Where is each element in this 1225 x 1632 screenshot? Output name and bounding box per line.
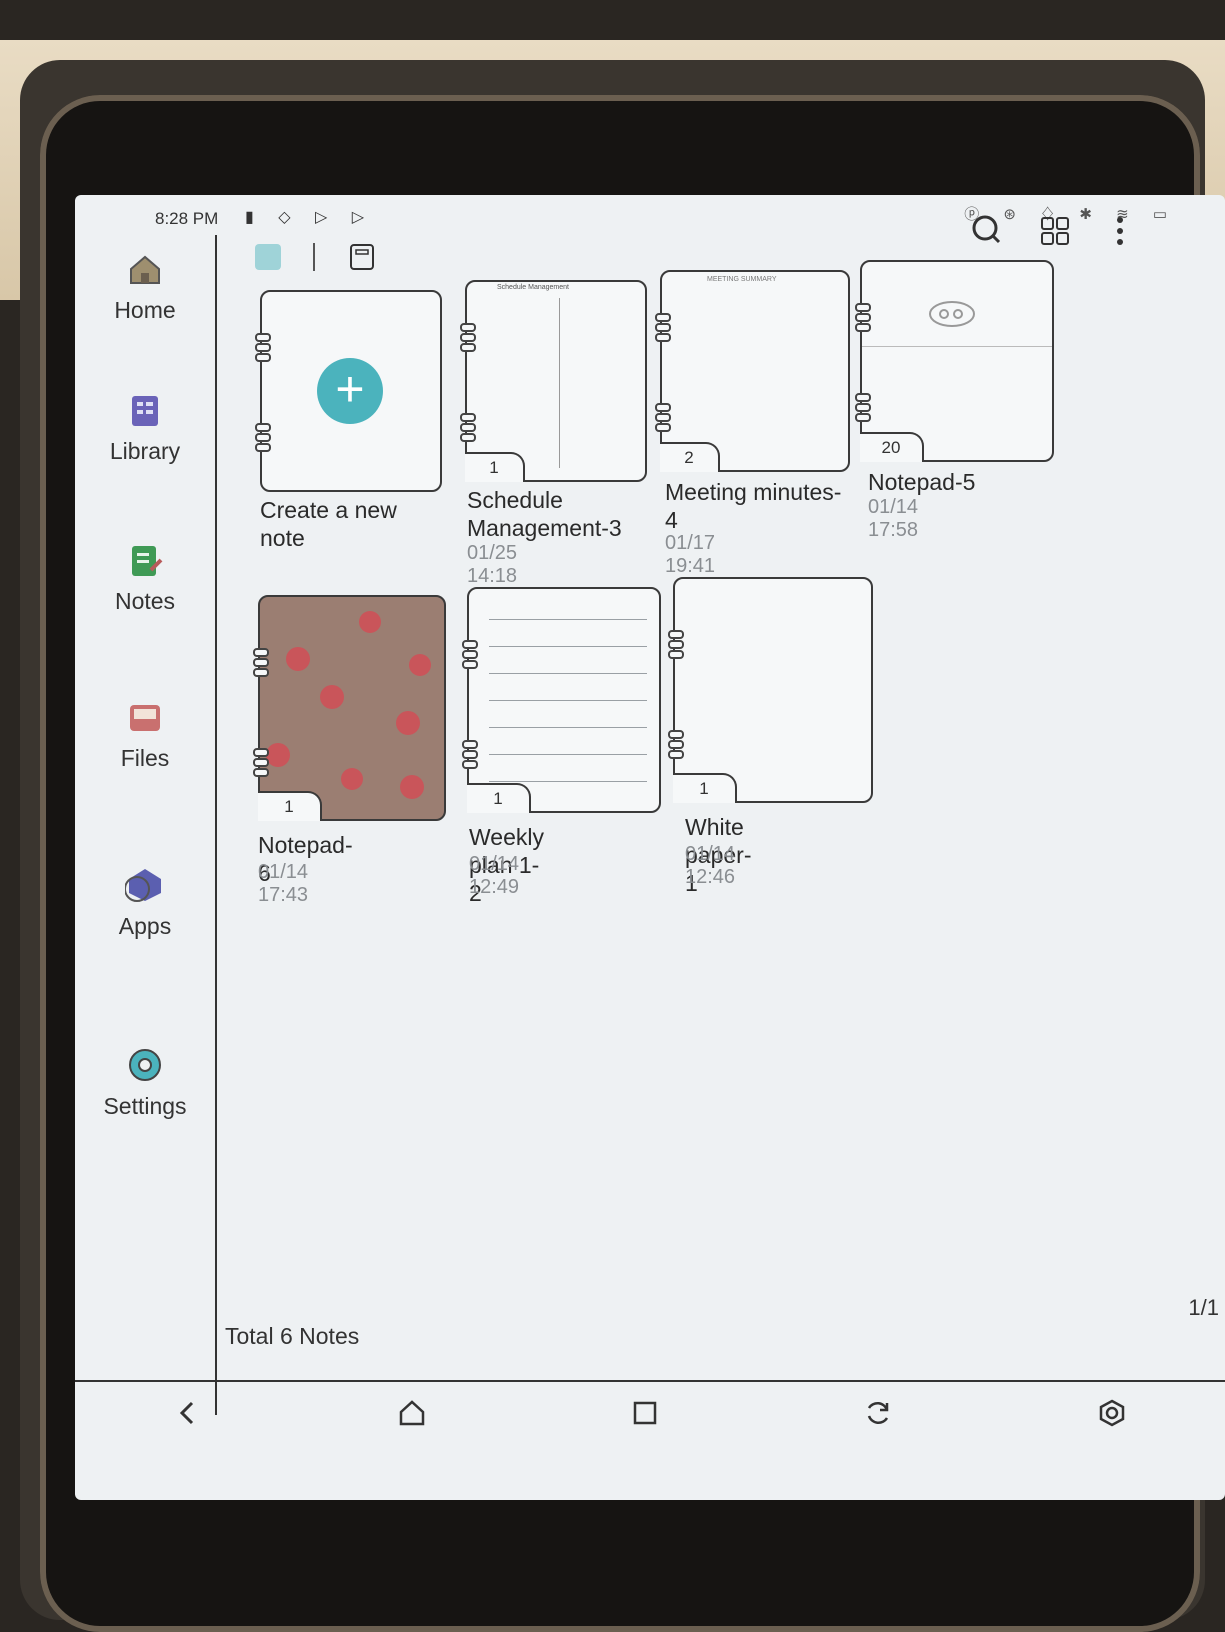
battery-icon: ▭ <box>1152 206 1177 223</box>
shield-icon: ◇ <box>278 209 301 226</box>
binder-rings <box>655 312 671 343</box>
note-date: 01/25 14:18 <box>467 542 518 587</box>
note-thumb: 1 <box>668 577 873 803</box>
page-count: 20 <box>860 432 924 462</box>
sidebar-item-label: Settings <box>103 1093 187 1119</box>
note-title: Notepad-5 <box>868 469 976 495</box>
note-thumb: Schedule Management 1 <box>460 280 647 482</box>
recents-icon[interactable] <box>630 1398 660 1428</box>
note-date: 01/17 19:41 <box>665 532 716 577</box>
status-left-icons: ▮ ◇ ▷ ▷ <box>245 207 374 227</box>
note-thumb: 1 <box>462 587 661 813</box>
device-screen: 8:28 PM ▮ ◇ ▷ ▷ ⓟ ⊛ ♢ ✱ ≋ ▭ Home Library… <box>75 195 1225 1500</box>
page-count: 2 <box>660 442 720 472</box>
note-date: 01/14 17:43 <box>258 861 309 906</box>
files-icon <box>130 705 160 731</box>
note-title: Schedule Management-3 <box>467 487 622 541</box>
color-note-icon[interactable] <box>255 244 281 270</box>
page-count: 1 <box>467 783 531 813</box>
note-title: Create a new note <box>260 497 397 551</box>
more-icon[interactable] <box>1115 215 1125 247</box>
settings-icon <box>129 1049 161 1081</box>
template-column-divider <box>559 298 560 468</box>
note-thumb: 1 <box>253 595 446 821</box>
page-count: 1 <box>258 791 322 821</box>
home-nav-icon[interactable] <box>397 1398 427 1428</box>
sketch-doodle <box>929 301 975 327</box>
note-thumb: MEETING SUMMARY 2 <box>655 270 850 472</box>
add-note-button[interactable]: + <box>317 358 383 424</box>
navigation-bar <box>75 1380 1225 1442</box>
search-icon[interactable] <box>970 213 1004 247</box>
binder-rings <box>460 322 476 353</box>
binder-rings <box>462 739 478 770</box>
binder-rings <box>253 747 269 778</box>
sidebar-item-home[interactable]: Home <box>75 249 215 324</box>
binder-rings <box>668 729 684 760</box>
create-note-thumb: + <box>255 290 442 492</box>
sidebar-item-library[interactable]: Library <box>75 390 215 465</box>
notes-total: Total 6 Notes <box>225 1323 360 1349</box>
note-thumb: 20 <box>855 260 1054 462</box>
e-ink-settings-icon[interactable] <box>1097 1398 1127 1428</box>
sidebar-item-label: Notes <box>114 588 176 614</box>
refresh-icon[interactable] <box>863 1398 893 1428</box>
binder-rings <box>255 422 271 453</box>
template-header: MEETING SUMMARY <box>707 276 777 283</box>
grid-view-icon[interactable] <box>1039 215 1071 247</box>
notebook-view-icon[interactable] <box>348 243 376 271</box>
ruled-lines <box>489 593 647 782</box>
play-store-icon: ▷ <box>315 209 338 226</box>
fruit-pattern-cover <box>266 611 431 799</box>
page-indicator: 1/1 <box>1188 1295 1219 1320</box>
status-time: 8:28 PM <box>155 209 219 228</box>
note-title: Meeting minutes-4 <box>665 479 842 533</box>
note-date: 01/14 12:46 <box>685 843 736 888</box>
binder-rings <box>668 629 684 660</box>
toolbar-right <box>970 213 1125 252</box>
library-icon <box>132 396 158 426</box>
toolbar-left <box>255 243 376 271</box>
back-icon[interactable] <box>173 1398 203 1428</box>
sidebar-item-files[interactable]: Files <box>75 697 215 772</box>
page-count: 1 <box>465 452 525 482</box>
binder-rings <box>253 647 269 678</box>
binder-rings <box>462 639 478 670</box>
binder-rings <box>855 302 871 333</box>
sidebar-item-label: Apps <box>118 913 172 939</box>
apps-icon <box>125 869 161 902</box>
binder-rings <box>855 392 871 423</box>
sidebar-item-label: Home <box>114 297 176 323</box>
play-icon: ▷ <box>351 209 375 226</box>
home-icon <box>130 255 160 284</box>
sidebar-item-settings[interactable]: Settings <box>75 1045 215 1120</box>
note-date: 01/14 17:58 <box>868 496 919 541</box>
template-header: Schedule Management <box>497 284 569 291</box>
binder-rings <box>655 402 671 433</box>
sidebar-item-label: Library <box>109 438 181 464</box>
notes-icon <box>132 546 163 576</box>
note-date: 01/14 12:49 <box>469 853 520 898</box>
sidebar-item-notes[interactable]: Notes <box>75 540 215 615</box>
battery-saver-icon: ▮ <box>245 209 264 226</box>
binder-rings <box>255 332 271 363</box>
sketch-divider <box>862 346 1052 347</box>
binder-rings <box>460 412 476 443</box>
sidebar-item-label: Files <box>120 745 170 771</box>
sidebar-item-apps[interactable]: Apps <box>75 865 215 940</box>
sidebar: Home Library Notes Files Apps Settings <box>75 235 217 1415</box>
page-count: 1 <box>673 773 737 803</box>
toolbar-divider <box>313 243 316 271</box>
